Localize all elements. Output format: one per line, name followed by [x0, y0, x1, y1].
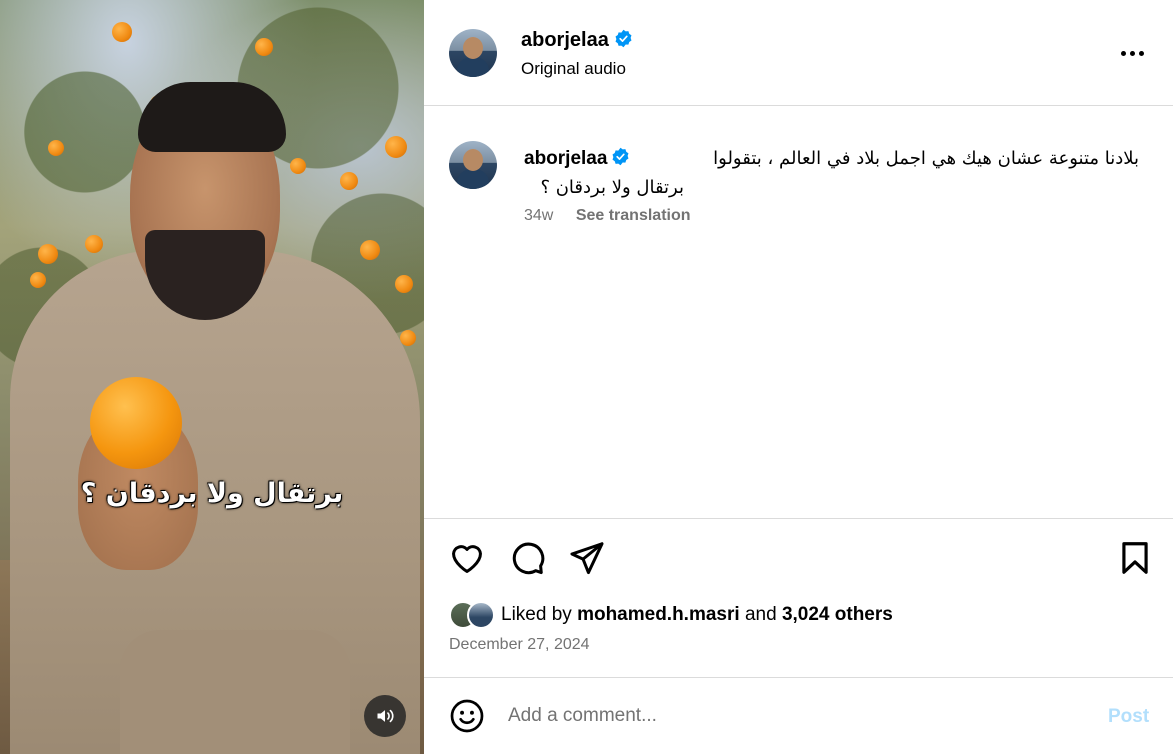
- tree-orange: [290, 158, 306, 174]
- author-username[interactable]: aborjelaa: [521, 29, 633, 52]
- tree-orange: [340, 172, 358, 190]
- speaker-icon: [377, 709, 394, 723]
- video-subtitle: برتقال ولا بردقان ؟: [80, 478, 344, 509]
- more-options-button[interactable]: [1114, 40, 1150, 66]
- more-dot: [1129, 50, 1135, 56]
- likes-prefix: Liked by: [501, 604, 572, 625]
- post-header: aborjelaa Original audio: [424, 0, 1173, 106]
- post-panel: aborjelaa Original audio aborjelaa بلادن…: [424, 0, 1173, 754]
- liker-avatar[interactable]: [467, 601, 495, 629]
- likes-and: and: [744, 604, 777, 625]
- post-comment-button[interactable]: Post: [1108, 706, 1149, 728]
- tree-orange: [385, 136, 407, 158]
- tree-orange: [395, 275, 413, 293]
- hair: [138, 82, 286, 152]
- paper-plane-icon[interactable]: [568, 539, 606, 577]
- hoodie-pocket: [120, 630, 350, 754]
- tree-orange: [112, 22, 132, 42]
- likes-others-link[interactable]: 3,024 others: [782, 604, 893, 625]
- post-media[interactable]: برتقال ولا بردقان ؟: [0, 0, 424, 754]
- caption-line: aborjelaa بلادنا متنوعة عشان هيك هي اجمل…: [524, 144, 1139, 173]
- tree-orange: [30, 272, 46, 288]
- see-translation-button[interactable]: See translation: [576, 207, 691, 224]
- caption-username[interactable]: aborjelaa: [524, 148, 607, 169]
- comment-icon[interactable]: [508, 539, 546, 577]
- tree-orange: [255, 38, 273, 56]
- post-date[interactable]: December 27, 2024: [449, 636, 590, 654]
- more-horizontal-icon: [1120, 50, 1126, 56]
- tree-orange: [400, 330, 416, 346]
- avatar[interactable]: [449, 141, 497, 189]
- likes-summary: Liked by mohamed.h.masri and 3,024 other…: [449, 601, 893, 629]
- bookmark-icon[interactable]: [1116, 539, 1154, 577]
- tree-orange: [85, 235, 103, 253]
- liker-username[interactable]: mohamed.h.masri: [577, 604, 740, 625]
- audio-label[interactable]: Original audio: [521, 59, 626, 79]
- caption-body-line2: برتقال ولا بردقان ؟: [540, 177, 684, 198]
- likes-text: Liked by mohamed.h.masri and 3,024 other…: [501, 604, 893, 626]
- post-age[interactable]: 34w: [524, 207, 553, 224]
- comment-bar: Post: [424, 678, 1173, 754]
- tree-orange: [360, 240, 380, 260]
- caption-meta: 34w See translation: [524, 207, 691, 225]
- comment-input[interactable]: [508, 700, 1068, 732]
- audio-toggle-button[interactable]: [364, 695, 406, 737]
- more-dot: [1138, 50, 1144, 56]
- held-orange: [90, 377, 182, 469]
- caption-text: aborjelaa بلادنا متنوعة عشان هيك هي اجمل…: [524, 144, 1139, 202]
- caption-body: بلادنا متنوعة عشان هيك هي اجمل بلاد في ا…: [713, 148, 1139, 169]
- emoji-icon[interactable]: [449, 698, 485, 734]
- verified-badge-icon: [615, 29, 632, 48]
- action-section: Liked by mohamed.h.masri and 3,024 other…: [424, 518, 1173, 678]
- author-username-text[interactable]: aborjelaa: [521, 29, 609, 51]
- verified-badge-icon: [612, 147, 629, 166]
- avatar[interactable]: [449, 29, 497, 77]
- tree-orange: [38, 244, 58, 264]
- tree-orange: [48, 140, 64, 156]
- caption-section: aborjelaa بلادنا متنوعة عشان هيك هي اجمل…: [424, 106, 1173, 518]
- heart-icon[interactable]: [448, 539, 486, 577]
